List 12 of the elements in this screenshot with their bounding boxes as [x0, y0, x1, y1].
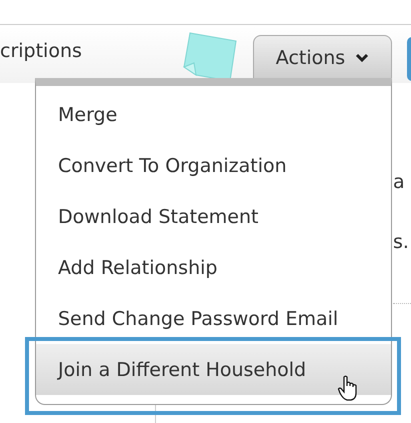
hand-cursor-icon: [337, 375, 359, 401]
text-fragment: s.: [393, 231, 410, 253]
menu-item[interactable]: Join a Different Household: [36, 344, 391, 395]
menu-item[interactable]: Send Change Password Email: [36, 293, 391, 344]
menu-item[interactable]: Merge: [36, 89, 391, 140]
sticky-note-icon[interactable]: [182, 31, 238, 81]
menu-item[interactable]: Convert To Organization: [36, 140, 391, 191]
text-fragment: a: [393, 171, 406, 193]
chevron-down-icon: [355, 52, 370, 62]
tab[interactable]: criptions: [0, 25, 82, 62]
menu-item[interactable]: Download Statement: [36, 191, 391, 242]
menu-item[interactable]: Add Relationship: [36, 242, 391, 293]
